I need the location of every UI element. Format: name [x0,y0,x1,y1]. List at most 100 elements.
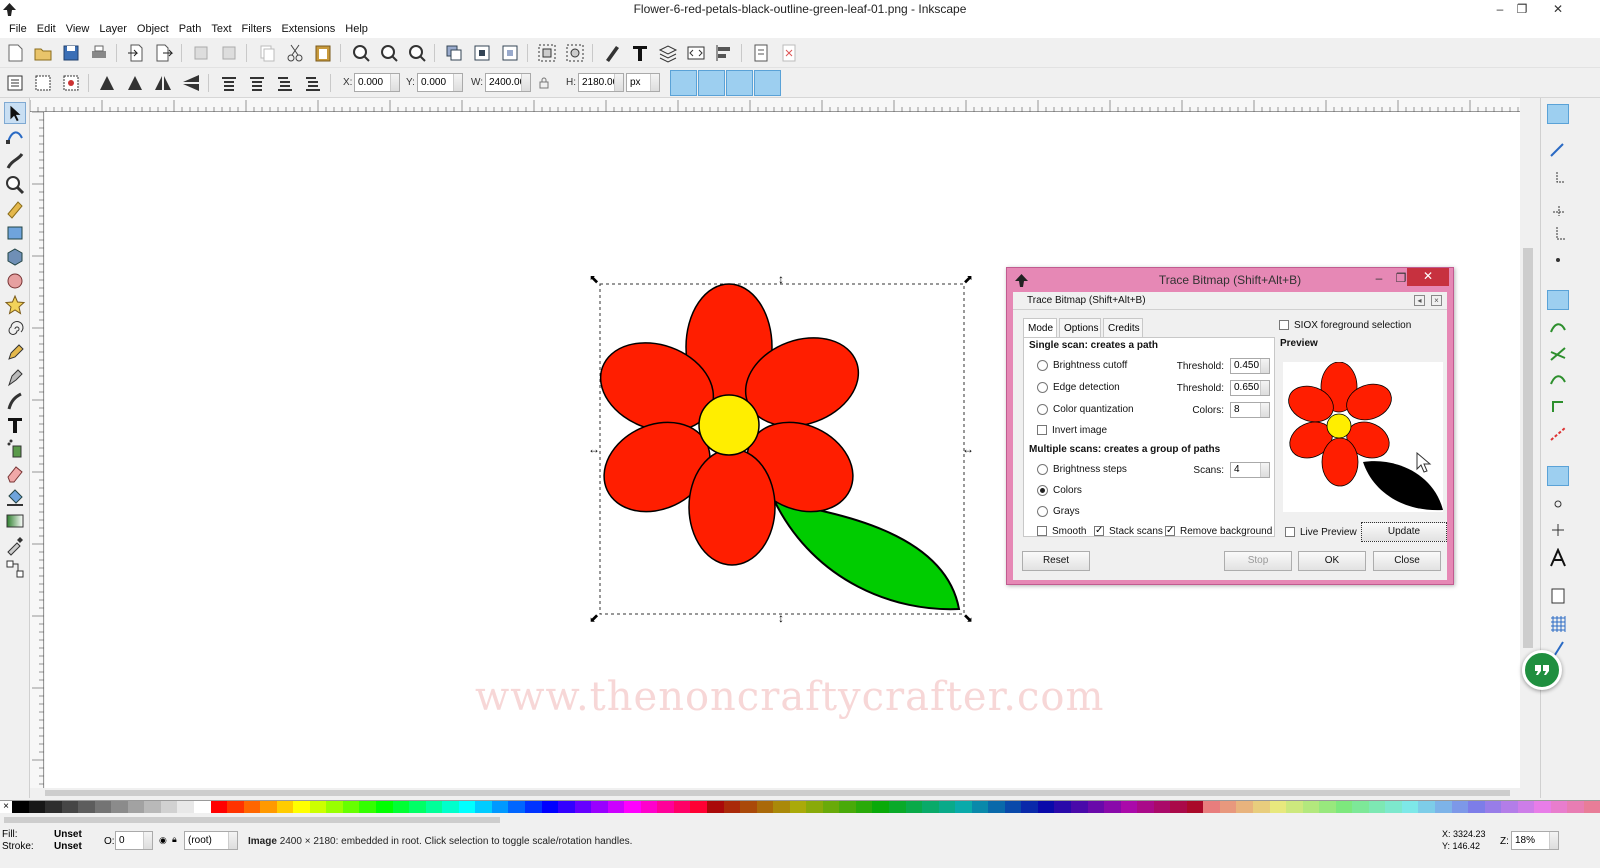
palette-swatch[interactable] [971,801,989,813]
palette-swatch[interactable] [1368,801,1386,813]
export-icon[interactable] [153,42,175,64]
palette-swatch[interactable] [789,801,807,813]
tweak-tool-icon[interactable] [4,150,26,172]
palette-swatch[interactable] [888,801,906,813]
snap-grids-icon[interactable] [1547,614,1569,634]
group-icon[interactable] [536,42,558,64]
menu-filters[interactable]: Filters [237,20,277,38]
scale-handle-e[interactable]: ↔ [962,443,974,455]
palette-swatch[interactable] [524,801,542,813]
zoom-selection-icon[interactable] [350,42,372,64]
palette-swatch[interactable] [1468,801,1485,813]
palette-swatch[interactable] [1236,801,1254,813]
palette-swatch[interactable] [1203,801,1220,813]
palette-swatch[interactable] [376,801,393,813]
snap-intersections-icon[interactable] [1547,344,1569,364]
zoom-drawing-icon[interactable] [378,42,400,64]
snap-midpoints-icon[interactable] [1547,424,1569,444]
palette-swatch[interactable] [160,801,178,813]
palette-swatch[interactable] [227,801,244,813]
reset-button[interactable]: Reset [1022,551,1090,571]
palette-swatch[interactable] [905,801,923,813]
open-icon[interactable] [32,42,54,64]
layer-lock-icon[interactable]: 🔒︎ [172,834,177,845]
menu-file[interactable]: File [4,20,32,38]
palette-swatch[interactable] [12,801,29,813]
palette-swatch[interactable] [508,801,525,813]
palette-swatch[interactable] [293,801,310,813]
colors-count-input[interactable]: 8 [1230,402,1270,418]
move-gradients-toggle[interactable] [726,70,753,96]
flip-horizontal-icon[interactable] [152,72,174,94]
palette-swatch[interactable] [839,801,856,813]
spray-tool-icon[interactable] [4,438,26,460]
align-distribute-icon[interactable] [713,42,735,64]
undo-icon[interactable] [190,42,212,64]
scale-handle-sw[interactable]: ⬋ [588,612,600,624]
snap-bbox-edges-icon[interactable] [1547,168,1569,188]
smooth-checkbox[interactable] [1037,526,1047,537]
palette-swatch[interactable] [657,801,674,813]
palette-swatch[interactable] [872,801,889,813]
rotate-ccw-icon[interactable] [96,72,118,94]
palette-swatch[interactable] [1534,801,1551,813]
snap-nodes-icon[interactable] [1547,290,1569,310]
palette-swatch[interactable] [855,801,873,813]
palette-swatch[interactable] [359,801,377,813]
redo-icon[interactable] [218,42,240,64]
palette-swatch[interactable] [144,801,161,813]
menu-help[interactable]: Help [340,20,373,38]
brightness-steps-radio[interactable] [1037,463,1048,475]
dropper-tool-icon[interactable] [4,534,26,556]
palette-swatch[interactable] [78,801,95,813]
menu-view[interactable]: View [61,20,95,38]
siox-option[interactable]: SIOX foreground selection [1279,319,1411,333]
palette-swatch[interactable] [806,801,823,813]
snap-cusp-nodes-icon[interactable] [1547,370,1569,390]
colors-radio[interactable] [1037,484,1048,496]
palette-swatch[interactable] [61,801,79,813]
palette-swatch[interactable] [938,801,956,813]
raise-to-top-icon[interactable] [218,72,240,94]
close-window-button[interactable]: ✕ [1546,0,1570,20]
vertical-scrollbar-thumb[interactable] [1523,248,1533,648]
palette-swatch[interactable] [1550,801,1568,813]
snap-others-icon[interactable] [1547,466,1569,486]
palette-swatch[interactable] [1004,801,1022,813]
unit-select[interactable]: px [626,73,660,92]
scale-handle-s[interactable]: ↕ [775,612,787,624]
palette-swatch[interactable] [723,801,741,813]
palette-swatch[interactable] [673,801,691,813]
new-document-icon[interactable] [4,42,26,64]
tab-credits[interactable]: Credits [1103,318,1143,338]
raise-icon[interactable] [246,72,268,94]
height-input[interactable]: 2180.00 [578,73,624,92]
eraser-tool-icon[interactable] [4,462,26,484]
scale-stroke-toggle[interactable] [670,70,697,96]
palette-swatch[interactable] [1120,801,1138,813]
snap-bbox-midpoints-icon[interactable] [1547,223,1569,243]
paste-icon[interactable] [312,42,334,64]
menu-layer[interactable]: Layer [94,20,132,38]
edge-detection-radio[interactable] [1037,381,1048,393]
select-all-icon[interactable] [4,72,26,94]
unlink-clone-icon[interactable] [499,42,521,64]
clone-icon[interactable] [471,42,493,64]
live-preview-checkbox[interactable] [1285,527,1295,538]
palette-swatch[interactable] [1021,801,1038,813]
edge-detection-option[interactable]: Edge detection [1037,381,1120,395]
lock-icon[interactable] [537,76,551,90]
palette-swatch[interactable] [1153,801,1171,813]
duplicate-icon[interactable] [443,42,465,64]
palette-swatch[interactable] [574,801,592,813]
palette-swatch[interactable] [1104,801,1121,813]
palette-swatch[interactable] [177,801,195,813]
palette-swatch[interactable] [822,801,840,813]
zoom-page-icon[interactable] [406,42,428,64]
palette-swatch[interactable] [1319,801,1336,813]
palette-swatch[interactable] [28,801,46,813]
pen-tool-icon[interactable] [4,366,26,388]
snap-rotation-centers-icon[interactable] [1547,520,1569,540]
node-tool-icon[interactable] [4,126,26,148]
zoom-tool-icon[interactable] [4,174,26,196]
